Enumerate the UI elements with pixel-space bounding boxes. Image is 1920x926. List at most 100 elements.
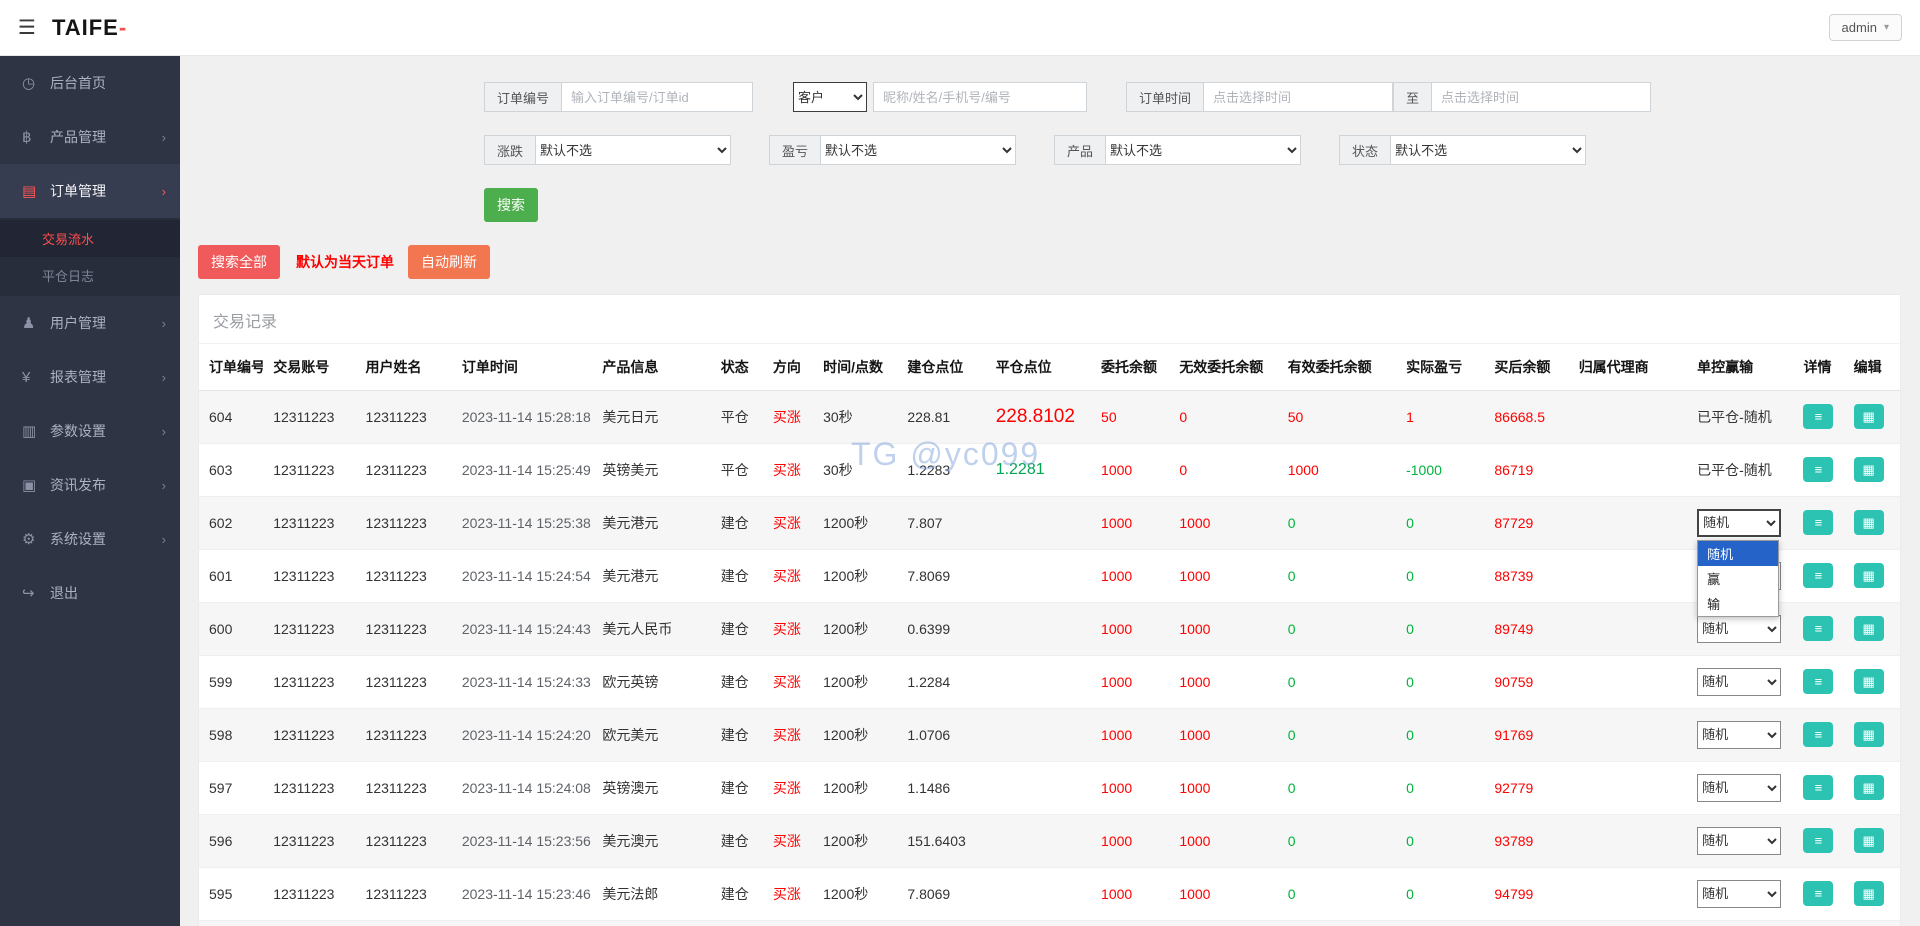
win-control-select[interactable]: 随机赢输 (1697, 668, 1781, 696)
cell-detail: ≡ (1793, 920, 1843, 926)
sidebar-item-users[interactable]: ♟ 用户管理 › (0, 296, 180, 350)
order-no-group: 订单编号 (484, 82, 753, 112)
detail-button[interactable]: ≡ (1803, 616, 1833, 641)
column-header: 买后余额 (1484, 344, 1568, 390)
sidebar-item-products[interactable]: ฿ 产品管理 › (0, 110, 180, 164)
sidebar-item-system-settings[interactable]: ⚙ 系统设置 › (0, 512, 180, 566)
dropdown-option[interactable]: 随机 (1698, 541, 1778, 566)
updown-label: 涨跌 (484, 135, 535, 165)
sidebar-item-orders[interactable]: ▤ 订单管理 › (0, 164, 180, 218)
cell-entrust-balance: 1000 (1091, 655, 1169, 708)
end-time-input[interactable] (1431, 82, 1651, 112)
edit-button[interactable]: ▦ (1854, 616, 1884, 641)
edit-button[interactable]: ▦ (1854, 722, 1884, 747)
cell-invalid-entrust: 1000 (1169, 867, 1277, 920)
dropdown-option[interactable]: 输 (1698, 591, 1778, 616)
product-group: 产品 默认不选 (1054, 135, 1301, 165)
dropdown-option[interactable]: 赢 (1698, 566, 1778, 591)
column-header: 无效委托余额 (1169, 344, 1277, 390)
cell-order-id: 597 (199, 761, 263, 814)
column-header: 订单编号 (199, 344, 263, 390)
chevron-right-icon: › (162, 532, 166, 547)
detail-button[interactable]: ≡ (1803, 881, 1833, 906)
edit-button[interactable]: ▦ (1854, 669, 1884, 694)
cell-status: 建仓 (711, 549, 763, 602)
cell-profit: 0 (1396, 655, 1484, 708)
cell-detail: ≡ (1793, 655, 1843, 708)
cell-valid-entrust: 0 (1278, 549, 1396, 602)
detail-button[interactable]: ≡ (1803, 563, 1833, 588)
cell-user-name: 12311223 (356, 655, 452, 708)
auto-refresh-button[interactable]: 自动刷新 (408, 245, 490, 279)
win-control-select[interactable]: 随机赢输 (1697, 509, 1781, 537)
detail-button[interactable]: ≡ (1803, 828, 1833, 853)
cell-win-control: 随机赢输 (1687, 920, 1793, 926)
edit-button[interactable]: ▦ (1854, 881, 1884, 906)
search-all-button[interactable]: 搜索全部 (198, 245, 280, 279)
column-header: 编辑 (1844, 344, 1900, 390)
cell-open-point: 0.6399 (897, 602, 985, 655)
hamburger-menu-icon[interactable]: ☰ (18, 15, 36, 40)
sidebar-item-news[interactable]: ▣ 资讯发布 › (0, 458, 180, 512)
edit-button[interactable]: ▦ (1854, 404, 1884, 429)
customer-type-select[interactable]: 客户 (793, 82, 867, 112)
cell-trade-account: 12311223 (263, 867, 355, 920)
cell-open-point: 1.1486 (897, 761, 985, 814)
cell-balance-after: 87729 (1484, 496, 1568, 549)
detail-button[interactable]: ≡ (1803, 457, 1833, 482)
updown-select[interactable]: 默认不选 (535, 135, 731, 165)
detail-button[interactable]: ≡ (1803, 404, 1833, 429)
detail-button[interactable]: ≡ (1803, 775, 1833, 800)
chevron-down-icon: ▾ (1884, 22, 1889, 33)
sidebar-item-reports[interactable]: ¥ 报表管理 › (0, 350, 180, 404)
brand-accent: - (119, 15, 127, 40)
detail-button[interactable]: ≡ (1803, 510, 1833, 535)
detail-button[interactable]: ≡ (1803, 669, 1833, 694)
order-no-input[interactable] (561, 82, 753, 112)
win-control-select[interactable]: 随机赢输 (1697, 615, 1781, 643)
cell-product: 美元日元 (592, 390, 710, 443)
start-time-input[interactable] (1203, 82, 1393, 112)
edit-button[interactable]: ▦ (1854, 828, 1884, 853)
submenu-item-trade-flow[interactable]: 交易流水 (0, 220, 180, 257)
cell-entrust-balance: 1000 (1091, 761, 1169, 814)
cell-user-name: 12311223 (356, 390, 452, 443)
profit-select[interactable]: 默认不选 (820, 135, 1016, 165)
status-select[interactable]: 默认不选 (1390, 135, 1586, 165)
to-label: 至 (1393, 82, 1431, 112)
chevron-right-icon: › (162, 370, 166, 385)
cell-win-control: 随机赢输 (1687, 814, 1793, 867)
cell-product: 美元港元 (592, 496, 710, 549)
submenu-item-label: 平仓日志 (42, 266, 94, 285)
product-select[interactable]: 默认不选 (1105, 135, 1301, 165)
edit-button[interactable]: ▦ (1854, 775, 1884, 800)
cell-detail: ≡ (1793, 708, 1843, 761)
cell-direction: 买涨 (763, 814, 813, 867)
cell-balance-after: 92779 (1484, 761, 1568, 814)
win-control-select[interactable]: 随机赢输 (1697, 721, 1781, 749)
win-control-select[interactable]: 随机赢输 (1697, 880, 1781, 908)
brand-text: TAIFE (52, 15, 119, 40)
cell-edit: ▦ (1844, 655, 1900, 708)
win-control-select[interactable]: 随机赢输 (1697, 774, 1781, 802)
sidebar-item-dashboard[interactable]: ◷ 后台首页 (0, 56, 180, 110)
search-button[interactable]: 搜索 (484, 188, 538, 222)
customer-keyword-input[interactable] (873, 82, 1087, 112)
sidebar-item-parameters[interactable]: ▥ 参数设置 › (0, 404, 180, 458)
cell-user-name: 12311223 (356, 602, 452, 655)
cell-status: 建仓 (711, 496, 763, 549)
edit-button[interactable]: ▦ (1854, 563, 1884, 588)
edit-button[interactable]: ▦ (1854, 510, 1884, 535)
submenu-item-close-log[interactable]: 平仓日志 (0, 257, 180, 294)
cell-order-id: 595 (199, 867, 263, 920)
cell-profit: 0 (1396, 761, 1484, 814)
edit-button[interactable]: ▦ (1854, 457, 1884, 482)
cell-status: 建仓 (711, 814, 763, 867)
cell-order-id: 604 (199, 390, 263, 443)
admin-user-menu[interactable]: admin ▾ (1829, 14, 1902, 41)
cell-direction: 买涨 (763, 655, 813, 708)
filter-row-3: 搜索 (484, 188, 1920, 222)
win-control-select[interactable]: 随机赢输 (1697, 827, 1781, 855)
sidebar-item-logout[interactable]: ↪ 退出 (0, 566, 180, 620)
detail-button[interactable]: ≡ (1803, 722, 1833, 747)
